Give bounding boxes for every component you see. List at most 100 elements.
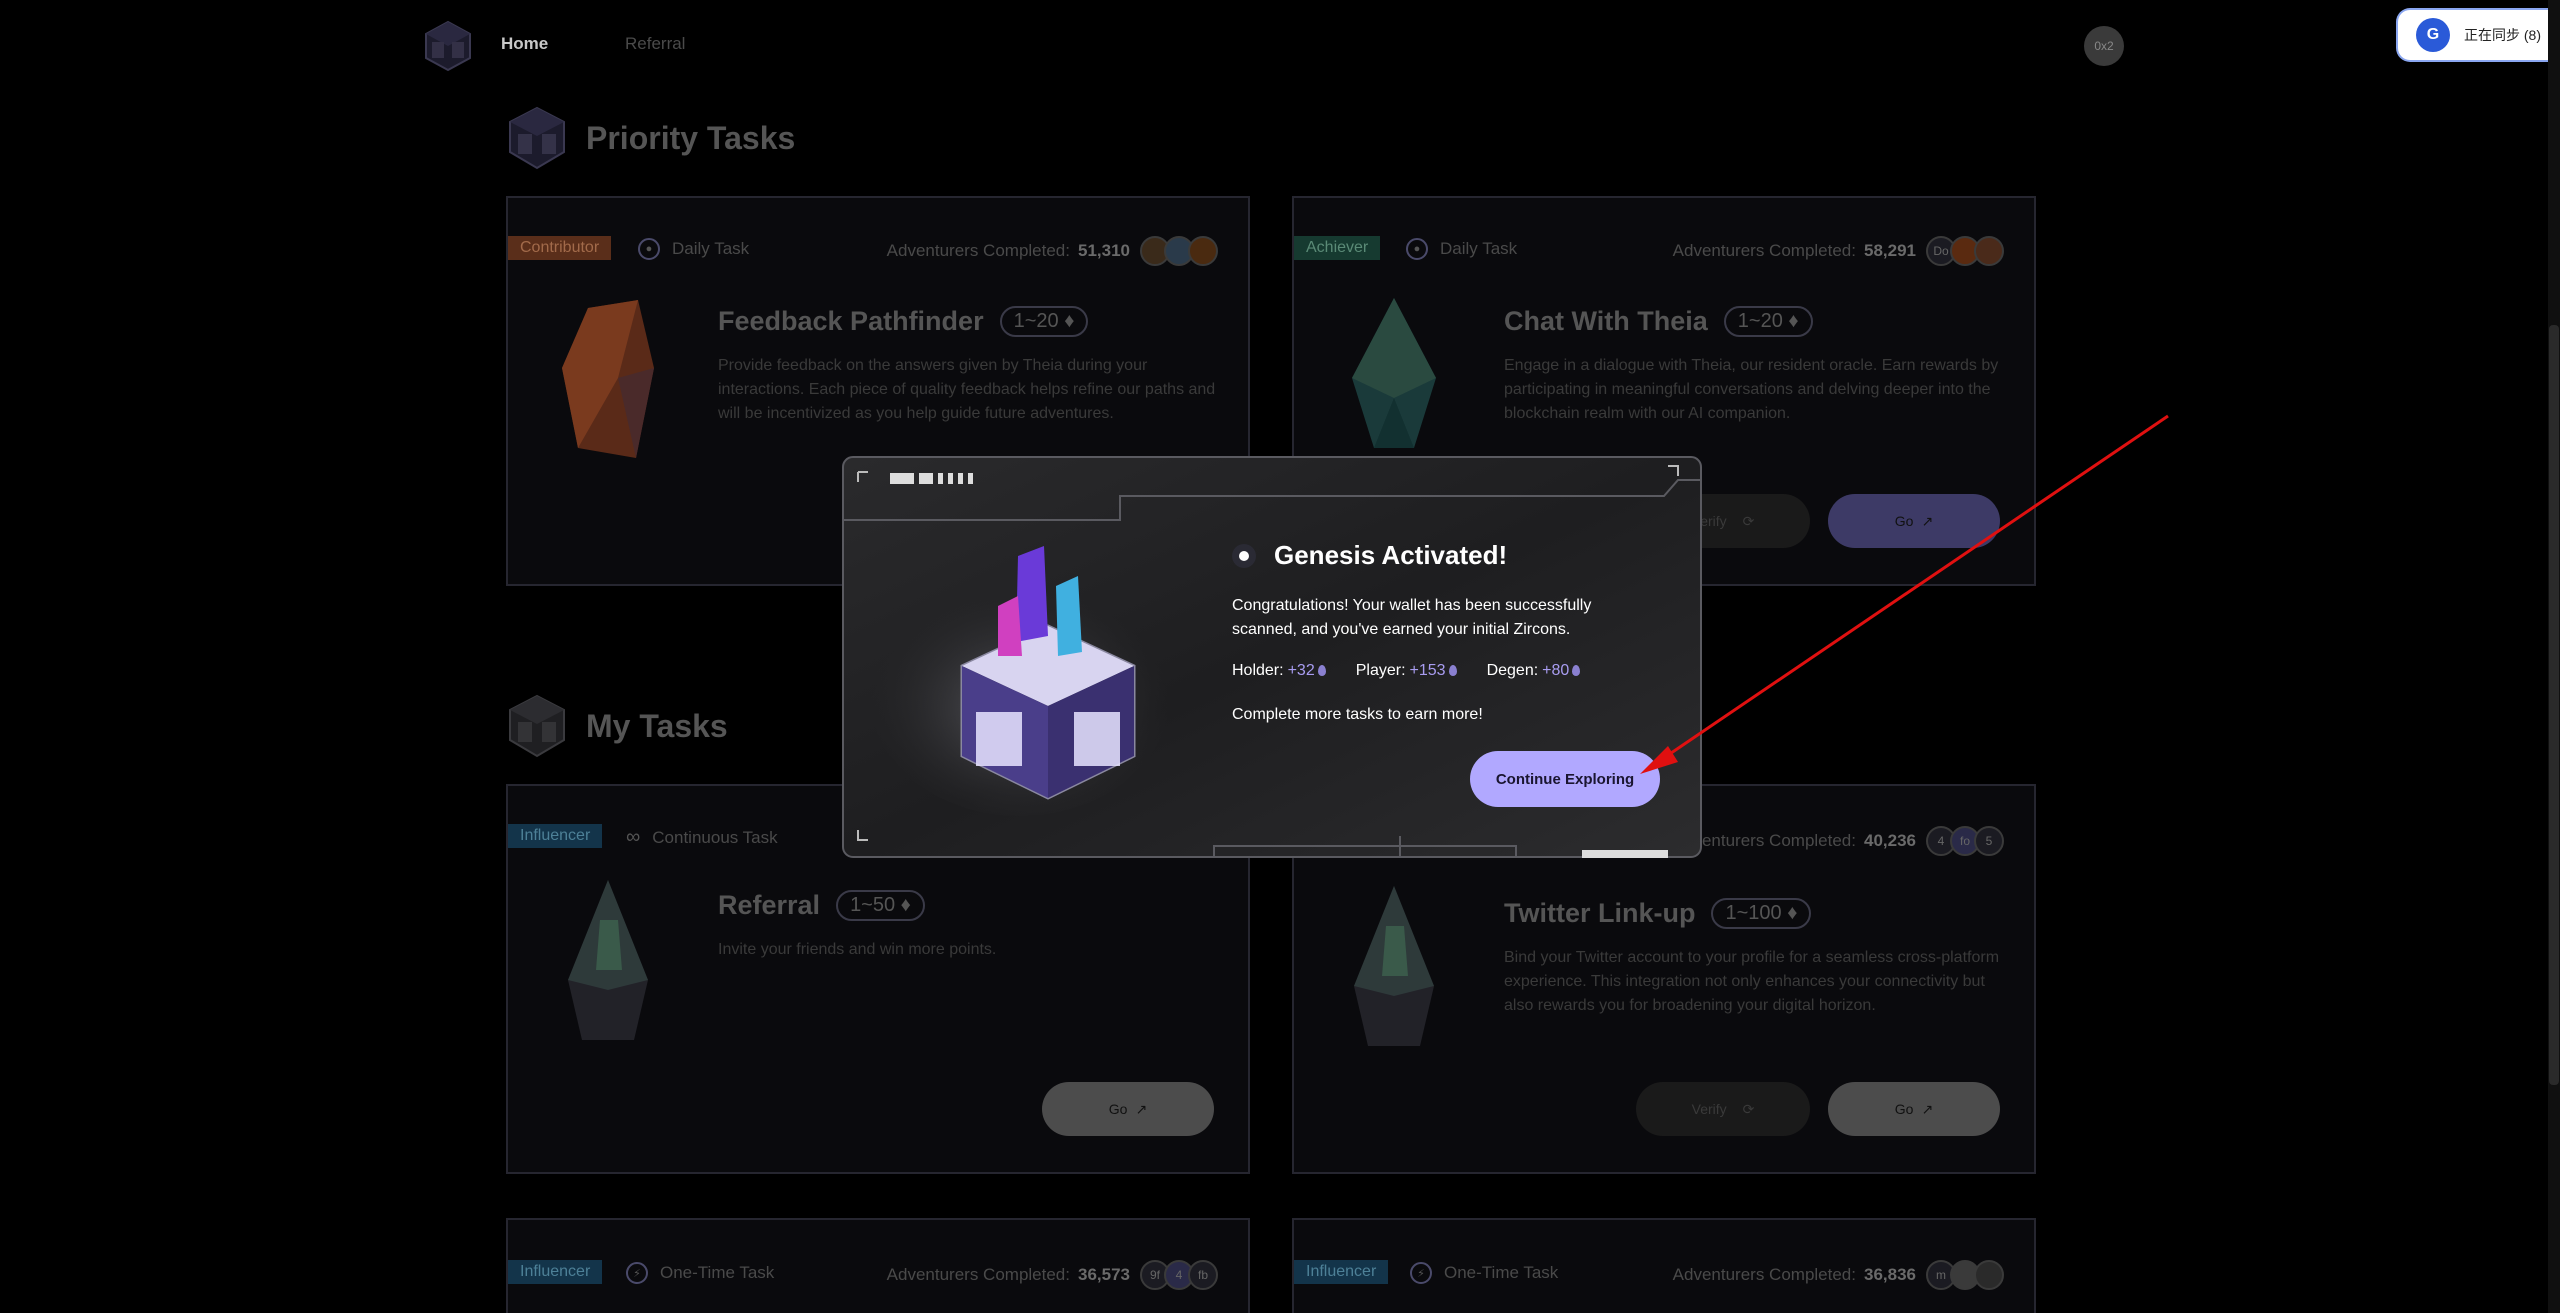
task-type: ∞ Continuous Task — [626, 826, 778, 849]
points-badge: 1~20 ♦ — [1723, 306, 1813, 337]
continue-exploring-button[interactable]: Continue Exploring — [1470, 751, 1660, 807]
points-badge: 1~100 ♦ — [1711, 898, 1812, 929]
adv-label: Adventurers Completed: — [1672, 1265, 1856, 1284]
teal-crystal-icon — [1352, 298, 1436, 448]
task-tag: Influencer — [1294, 1260, 1389, 1284]
arrow-up-right-icon: ↗ — [1921, 1100, 1934, 1117]
task-type-label: Daily Task — [672, 239, 750, 258]
points-value: 1~20 — [1737, 310, 1783, 332]
adv-label: Adventurers Completed: — [886, 1265, 1070, 1284]
prism-crystal-icon — [1354, 886, 1434, 1046]
reward-list: Holder: +32 Player: +153 Degen: +80 — [1232, 662, 1581, 680]
go-label: Go — [1108, 1101, 1128, 1117]
modal-decoration — [890, 473, 973, 484]
scrollbar-thumb[interactable] — [2549, 325, 2559, 1085]
modal-title-text: Genesis Activated! — [1274, 540, 1508, 570]
avatar: 5 — [1974, 826, 2004, 856]
arrow-up-right-icon: ↗ — [1921, 512, 1934, 529]
task-title-text: Feedback Pathfinder — [718, 306, 984, 336]
task-title-text: Referral — [718, 890, 821, 920]
task-type-label: Continuous Task — [652, 827, 778, 847]
avatar-stack: 4 fo 5 — [1926, 826, 2004, 856]
adventurers-completed: Adventurers Completed: 36,573 9f 4 fb — [887, 1260, 1218, 1290]
adv-count: 40,236 — [1864, 831, 1916, 850]
modal-title: Genesis Activated! — [1232, 540, 1507, 571]
sync-label: 正在同步 (8) — [2464, 27, 2541, 43]
prism-crystal-icon — [568, 880, 648, 1040]
avatar-stack: 9f 4 fb — [1140, 1260, 1218, 1290]
adv-count: 36,836 — [1864, 1265, 1916, 1284]
go-label: Go — [1894, 1101, 1914, 1117]
task-description: Engage in a dialogue with Theia, our res… — [1504, 357, 1999, 422]
sync-status-badge[interactable]: G 正在同步 (8) — [2396, 8, 2560, 62]
avatar: fb — [1188, 1260, 1218, 1290]
sync-app-icon: G — [2416, 18, 2450, 52]
adventurers-completed: Adventurers Completed: 58,291 Do — [1673, 236, 2004, 266]
adventurers-completed: Adventurers Completed: 40,236 4 fo 5 — [1673, 826, 2004, 856]
lightning-icon: ⚡ — [1410, 1262, 1432, 1284]
avatar-stack: Do — [1926, 236, 2004, 266]
reward-player: Player: +153 — [1356, 662, 1457, 680]
adv-label: Adventurers Completed: — [886, 241, 1070, 260]
go-button[interactable]: Go ↗ — [1828, 494, 2000, 548]
adv-label: Adventurers Completed: — [1672, 241, 1856, 260]
adv-count: 36,573 — [1078, 1265, 1130, 1284]
avatar-stack: m — [1926, 1260, 2004, 1290]
go-button[interactable]: Go ↗ — [1828, 1082, 2000, 1136]
reward-label: Holder: — [1232, 662, 1284, 679]
reward-holder: Holder: +32 — [1232, 662, 1326, 680]
my-tasks-header: My Tasks — [506, 694, 728, 758]
points-value: 1~100 — [1725, 902, 1782, 924]
arrow-up-right-icon: ↗ — [1135, 1100, 1148, 1117]
modal-hint: Complete more tasks to earn more! — [1232, 706, 1483, 723]
zircon-icon — [1448, 665, 1457, 676]
cube-icon — [509, 106, 565, 170]
task-type: ● Daily Task — [638, 238, 749, 260]
section-title: Priority Tasks — [586, 119, 796, 156]
refresh-icon: ⟳ — [1742, 512, 1755, 529]
infinity-icon: ∞ — [626, 826, 641, 848]
points-badge: 1~50 ♦ — [836, 890, 925, 921]
points-badge: 1~20 ♦ — [999, 306, 1089, 337]
task-title: Referral 1~50 ♦ — [718, 890, 925, 921]
reward-value: +32 — [1287, 662, 1315, 679]
adv-count: 58,291 — [1864, 241, 1916, 260]
task-type-label: One-Time Task — [660, 1263, 775, 1282]
task-tag: Contributor — [508, 236, 612, 260]
task-type-label: One-Time Task — [1444, 1263, 1559, 1282]
avatar — [1974, 236, 2004, 266]
task-type: ● Daily Task — [1406, 238, 1517, 260]
nav-home[interactable]: Home — [501, 34, 548, 54]
task-title: Feedback Pathfinder 1~20 ♦ — [718, 306, 1089, 337]
task-title: Chat With Theia 1~20 ♦ — [1504, 306, 1813, 337]
logo-cube-icon[interactable] — [420, 18, 476, 74]
top-nav: Home Referral 0x2 — [0, 0, 2560, 92]
task-description: Invite your friends and win more points. — [718, 941, 997, 958]
genesis-cube-icon — [960, 546, 1136, 800]
points-value: 1~50 — [850, 894, 896, 916]
cube-icon — [509, 694, 565, 758]
go-button[interactable]: Go ↗ — [1042, 1082, 1214, 1136]
daily-task-icon: ● — [1406, 238, 1428, 260]
wallet-avatar[interactable]: 0x2 — [2084, 26, 2124, 66]
task-type: ⚡ One-Time Task — [626, 1262, 774, 1284]
task-description: Provide feedback on the answers given by… — [718, 357, 1216, 422]
task-tag: Influencer — [508, 1260, 603, 1284]
status-dot-icon — [1232, 543, 1256, 568]
task-title-text: Twitter Link-up — [1504, 898, 1696, 928]
zircon-icon — [1572, 665, 1581, 676]
task-type: ⚡ One-Time Task — [1410, 1262, 1558, 1284]
verify-button[interactable]: Verify ⟳ — [1636, 1082, 1810, 1136]
daily-task-icon: ● — [638, 238, 660, 260]
lightning-icon: ⚡ — [626, 1262, 648, 1284]
section-title: My Tasks — [586, 707, 728, 744]
avatar — [1188, 236, 1218, 266]
reward-value: +153 — [1409, 662, 1446, 679]
task-tag: Influencer — [508, 824, 603, 848]
task-card-one-time-2: Influencer ⚡ One-Time Task Adventurers C… — [1292, 1218, 2036, 1313]
orange-crystal-icon — [562, 300, 654, 458]
reward-label: Degen: — [1486, 662, 1539, 679]
adv-count: 51,310 — [1078, 241, 1130, 260]
reward-label: Player: — [1355, 662, 1406, 679]
nav-referral[interactable]: Referral — [625, 34, 685, 54]
